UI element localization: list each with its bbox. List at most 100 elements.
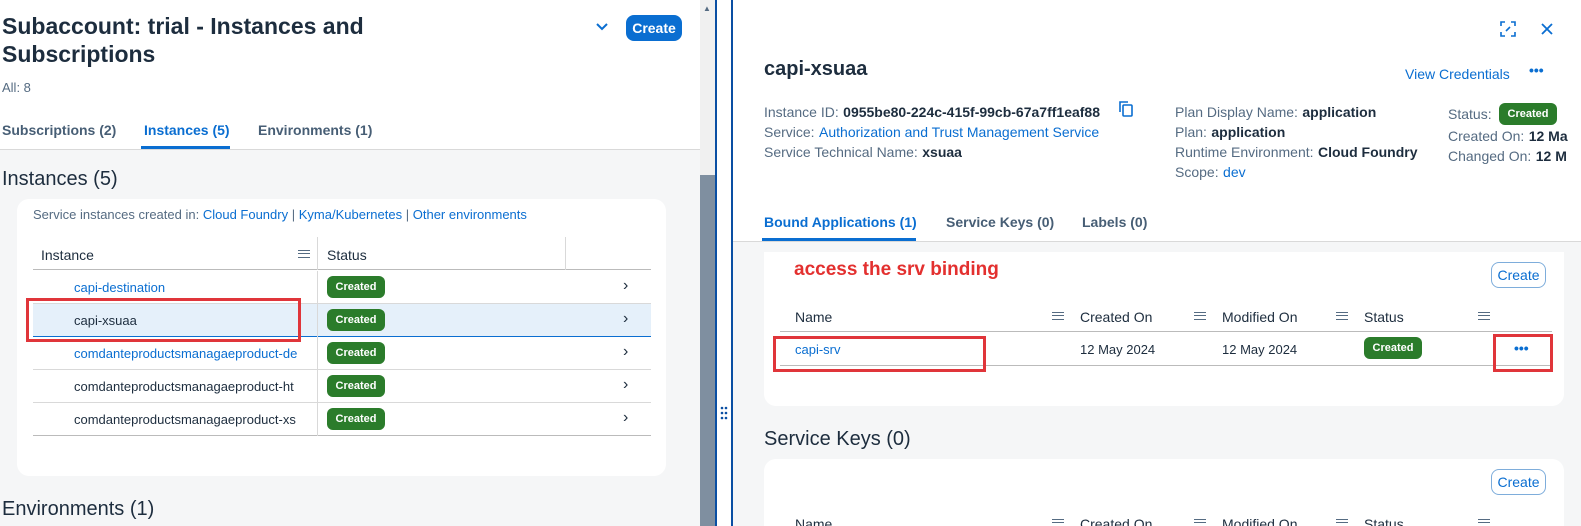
binding-created-on: 12 May 2024 (1080, 342, 1156, 357)
column-menu-icon[interactable] (298, 250, 310, 258)
table-row[interactable]: comdanteproductsmanagaeproduct-xs Create… (33, 403, 651, 436)
tab-bound-applications[interactable]: Bound Applications (1) (764, 214, 917, 230)
column-menu-icon[interactable] (1194, 312, 1206, 320)
service-keys-table-header: Name Created On Modified On Status (780, 509, 1552, 526)
tab-subscriptions[interactable]: Subscriptions (2) (2, 122, 116, 138)
col-created-on[interactable]: Created On (1080, 309, 1152, 325)
column-menu-icon[interactable] (1336, 519, 1348, 526)
status-badge: Created (1499, 103, 1557, 125)
create-binding-button[interactable]: Create (1491, 262, 1546, 288)
instance-name[interactable]: comdanteproductsmanagaeproduct-xs (74, 412, 316, 427)
separator: | (291, 207, 296, 222)
tab-labels[interactable]: Labels (0) (1082, 214, 1147, 230)
status-badge: Created (327, 375, 385, 397)
tech-name-value: xsuaa (922, 144, 962, 160)
chevron-right-icon[interactable]: › (623, 277, 628, 295)
tab-instances[interactable]: Instances (5) (144, 122, 230, 138)
col-instance[interactable]: Instance (41, 247, 94, 263)
status-label: Status: (1448, 106, 1492, 122)
scope-label: Scope: (1175, 164, 1219, 180)
column-menu-icon[interactable] (1194, 519, 1206, 526)
instance-name-link[interactable]: capi-destination (74, 280, 165, 295)
chevron-right-icon[interactable]: › (623, 343, 628, 361)
details-header: capi-xsuaa View Credentials ••• Instance… (733, 0, 1581, 242)
scope-link[interactable]: dev (1223, 164, 1246, 180)
column-menu-icon[interactable] (1052, 519, 1064, 526)
tech-name-field: Service Technical Name: xsuaa (764, 144, 962, 162)
link-other-environments[interactable]: Other environments (413, 207, 527, 222)
service-link[interactable]: Authorization and Trust Management Servi… (819, 124, 1099, 140)
status-badge: Created (327, 276, 385, 298)
service-field: Service: Authorization and Trust Managem… (764, 124, 1099, 142)
scope-field: Scope: dev (1175, 164, 1246, 182)
col-status[interactable]: Status (327, 247, 367, 263)
scrollbar-thumb[interactable] (700, 175, 715, 526)
chevron-down-icon[interactable] (593, 18, 611, 36)
col-modified-on[interactable]: Modified On (1222, 309, 1297, 325)
chevron-right-icon[interactable]: › (623, 310, 628, 328)
changed-on-label: Changed On: (1448, 148, 1532, 164)
plan-display-value: application (1302, 104, 1377, 120)
plan-label: Plan: (1175, 124, 1207, 140)
table-row[interactable]: comdanteproductsmanagaeproduct-ht Create… (33, 370, 651, 403)
tech-name-label: Service Technical Name: (764, 144, 918, 160)
plan-value: application (1211, 124, 1286, 140)
created-in-label: Service instances created in: (33, 207, 200, 222)
status-badge: Created (327, 408, 385, 430)
instances-table-header: Instance Status (33, 237, 651, 270)
details-title: capi-xsuaa (764, 58, 868, 80)
col-status[interactable]: Status (1364, 309, 1404, 325)
col-divider (565, 237, 566, 270)
tab-environments[interactable]: Environments (1) (258, 122, 372, 138)
bound-applications-card: access the srv binding Create Name Creat… (764, 252, 1564, 406)
chevron-right-icon[interactable]: › (623, 409, 628, 427)
col-status[interactable]: Status (1364, 516, 1404, 526)
create-button[interactable]: Create (626, 15, 682, 41)
column-menu-icon[interactable] (1052, 312, 1064, 320)
col-modified-on[interactable]: Modified On (1222, 516, 1297, 526)
col-divider (317, 337, 318, 370)
instance-id-label: Instance ID: (764, 104, 839, 120)
instance-id-value: 0955be80-224c-415f-99cb-67a7ff1eaf88 (843, 104, 1100, 120)
page-title-line2: Subscriptions (2, 41, 156, 67)
link-kyma[interactable]: Kyma/Kubernetes (299, 207, 402, 222)
close-icon[interactable] (1539, 21, 1555, 37)
created-on-label: Created On: (1448, 128, 1525, 144)
col-created-on[interactable]: Created On (1080, 516, 1152, 526)
column-menu-icon[interactable] (1478, 519, 1490, 526)
instances-pane: Subaccount: trial - Instances and Subscr… (0, 0, 700, 526)
more-options-icon[interactable]: ••• (1529, 62, 1544, 78)
col-divider (317, 304, 318, 337)
column-menu-icon[interactable] (1478, 312, 1490, 320)
col-name[interactable]: Name (795, 516, 832, 526)
plan-display-label: Plan Display Name: (1175, 104, 1298, 120)
scroll-up-icon[interactable]: ▲ (703, 4, 711, 13)
create-service-key-button[interactable]: Create (1491, 469, 1546, 495)
column-menu-icon[interactable] (1336, 312, 1348, 320)
copy-icon[interactable] (1118, 100, 1134, 118)
changed-on-value: 12 M (1535, 148, 1567, 164)
instance-name-link[interactable]: comdanteproductsmanagaeproduct-de (74, 346, 316, 361)
plan-field: Plan: application (1175, 124, 1285, 142)
annotation-highlight-box (773, 336, 986, 372)
instance-name[interactable]: comdanteproductsmanagaeproduct-ht (74, 379, 316, 394)
instance-id-field: Instance ID: 0955be80-224c-415f-99cb-67a… (764, 104, 1100, 122)
col-divider (317, 271, 318, 304)
tab-instances-indicator (141, 146, 230, 149)
fullscreen-icon[interactable] (1499, 20, 1517, 38)
status-badge: Created (1364, 337, 1422, 359)
drag-handle-icon[interactable] (720, 405, 728, 425)
item-count: All: 8 (2, 80, 31, 95)
service-keys-title: Service Keys (0) (764, 428, 911, 450)
separator: | (405, 207, 410, 222)
pane-splitter[interactable] (715, 0, 733, 526)
link-cloud-foundry[interactable]: Cloud Foundry (203, 207, 288, 222)
runtime-value: Cloud Foundry (1317, 144, 1418, 160)
col-divider (317, 237, 318, 270)
view-credentials-link[interactable]: View Credentials (1405, 66, 1510, 82)
tab-service-keys[interactable]: Service Keys (0) (946, 214, 1054, 230)
chevron-right-icon[interactable]: › (623, 376, 628, 394)
col-name[interactable]: Name (795, 309, 832, 325)
runtime-label: Runtime Environment: (1175, 144, 1314, 160)
status-badge: Created (327, 342, 385, 364)
